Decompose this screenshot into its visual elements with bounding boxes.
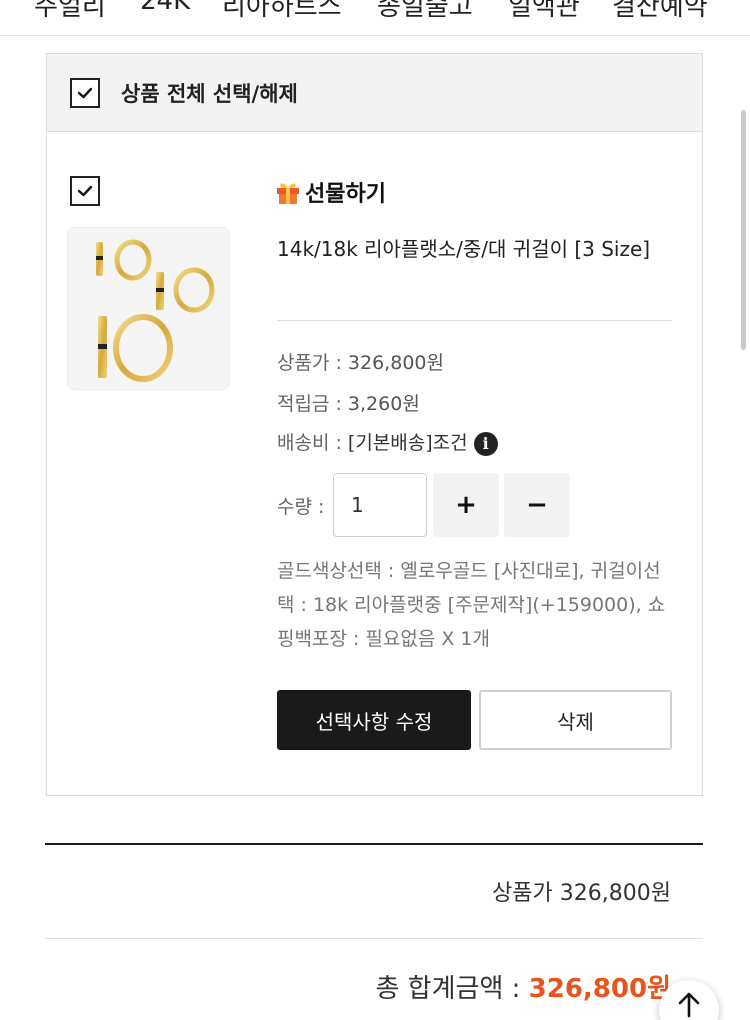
price-value: 326,800원 — [347, 352, 444, 374]
page-scrollbar[interactable] — [741, 110, 746, 350]
delete-button[interactable]: 삭제 — [479, 690, 672, 750]
summary-divider — [45, 938, 703, 939]
nav-item-5[interactable]: 일액관 — [508, 0, 580, 23]
gift-icon — [277, 183, 299, 204]
subtotal-label: 상품가 — [492, 881, 560, 906]
quantity-minus-button[interactable]: − — [504, 473, 570, 537]
product-thumbnail[interactable] — [67, 227, 230, 390]
edit-options-button[interactable]: 선택사항 수정 — [277, 690, 471, 750]
nav-item-4[interactable]: 종일술고 — [377, 0, 473, 23]
info-icon[interactable]: i — [473, 431, 498, 456]
check-icon — [77, 185, 93, 197]
total-value: 326,800원 — [528, 974, 671, 1004]
shipping-line: 배송비 : [기본배송]조건 i — [277, 428, 498, 456]
item-checkbox[interactable] — [70, 176, 100, 206]
points-line: 적립금 : 3,260원 — [277, 389, 420, 416]
quantity-label: 수량 : — [277, 496, 325, 518]
select-all-label: 상품 전체 선택/해제 — [121, 82, 298, 106]
points-value: 3,260원 — [347, 393, 420, 415]
total-amount: 총 합계금액 : 326,800원 — [376, 968, 672, 1005]
gift-row[interactable]: 선물하기 — [275, 176, 386, 208]
gift-label: 선물하기 — [305, 182, 386, 207]
top-nav: 주얼리 24K 리아하트스 종일술고 일액관 결산예약 — [0, 0, 750, 36]
nav-item-24k[interactable]: 24K — [140, 0, 190, 16]
shipping-value: [기본배송]조건 — [347, 432, 468, 454]
subtotal: 상품가 326,800원 — [492, 875, 671, 907]
check-icon — [77, 87, 93, 99]
select-all-checkbox[interactable] — [70, 78, 100, 108]
quantity-plus-button[interactable]: + — [433, 473, 499, 537]
select-all-bar: 상품 전체 선택/해제 — [47, 54, 702, 132]
arrow-up-icon — [678, 992, 700, 1018]
points-label: 적립금 : — [277, 393, 348, 415]
quantity-input[interactable]: 1 — [333, 473, 427, 537]
nav-item-jewelry[interactable]: 주얼리 — [34, 0, 106, 23]
cart-box: 상품 전체 선택/해제 선물하기 14k/18k 리아플랫소/중/대 귀걸이 [… — [46, 53, 703, 796]
subtotal-value: 326,800원 — [559, 881, 671, 906]
nav-item-6[interactable]: 결산예약 — [612, 0, 708, 23]
price-line: 상품가 : 326,800원 — [277, 348, 444, 375]
total-label: 총 합계금액 : — [375, 974, 529, 1004]
product-name[interactable]: 14k/18k 리아플랫소/중/대 귀걸이 [3 Size] — [277, 230, 677, 268]
shipping-label: 배송비 : — [277, 432, 348, 454]
nav-item-3[interactable]: 리아하트스 — [222, 0, 342, 23]
summary-top-line — [45, 843, 703, 845]
divider — [277, 320, 672, 321]
price-label: 상품가 : — [277, 352, 348, 374]
selected-options: 골드색상선택 : 옐로우골드 [사진대로], 귀걸이선택 : 18k 리아플랫중… — [277, 560, 666, 650]
earrings-image — [96, 239, 215, 382]
